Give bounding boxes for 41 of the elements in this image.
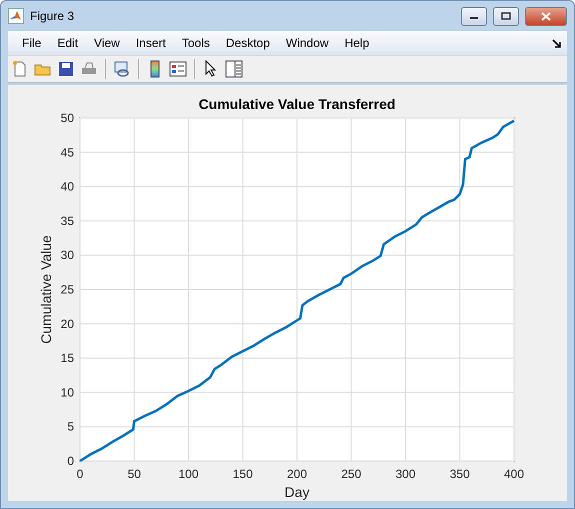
menu-item[interactable]: Help xyxy=(336,36,378,50)
x-tick-label: 100 xyxy=(178,467,199,481)
y-tick-label: 30 xyxy=(60,248,74,262)
close-button[interactable] xyxy=(525,6,567,26)
x-tick-label: 150 xyxy=(232,467,253,481)
legend-icon[interactable] xyxy=(169,60,187,78)
y-tick-label: 10 xyxy=(60,385,74,400)
x-tick-label: 250 xyxy=(341,467,362,481)
menu-item[interactable]: Desktop xyxy=(218,36,278,50)
y-tick-label: 15 xyxy=(60,351,74,366)
x-tick-label: 0 xyxy=(76,467,84,481)
maximize-button[interactable] xyxy=(493,6,519,26)
window-title: Figure 3 xyxy=(30,9,76,23)
menu-item[interactable]: View xyxy=(86,36,128,50)
save-icon[interactable] xyxy=(57,60,75,78)
close-icon xyxy=(541,12,551,20)
x-tick-label: 50 xyxy=(128,467,141,481)
maximize-icon xyxy=(501,12,511,20)
menu-item[interactable]: Insert xyxy=(128,36,174,50)
y-tick-label: 45 xyxy=(60,145,74,160)
property-editor-icon[interactable] xyxy=(225,60,243,78)
y-tick-label: 5 xyxy=(67,420,74,434)
x-tick-label: 300 xyxy=(395,467,416,481)
chart-title: Cumulative Value Transferred xyxy=(198,96,396,112)
menu-item[interactable]: Window xyxy=(278,36,337,50)
y-tick-label: 35 xyxy=(60,214,74,228)
y-tick-label: 50 xyxy=(60,111,74,125)
x-tick-label: 200 xyxy=(286,467,308,481)
x-tick-label: 350 xyxy=(450,467,470,481)
y-tick-label: 20 xyxy=(60,316,74,331)
y-tick-label: 0 xyxy=(67,454,74,468)
x-axis-label: Day xyxy=(284,484,310,500)
y-tick-label: 25 xyxy=(60,282,74,296)
y-tick-label: 40 xyxy=(60,180,74,194)
menu-item[interactable]: File xyxy=(14,36,50,50)
x-tick-label: 400 xyxy=(504,467,524,481)
menu-item[interactable]: Tools xyxy=(174,36,218,50)
y-axis-label: Cumulative Value xyxy=(38,235,54,344)
dock-arrow-icon[interactable] xyxy=(552,38,561,48)
menu-item[interactable]: Edit xyxy=(49,36,86,50)
minimize-button[interactable] xyxy=(461,6,487,26)
